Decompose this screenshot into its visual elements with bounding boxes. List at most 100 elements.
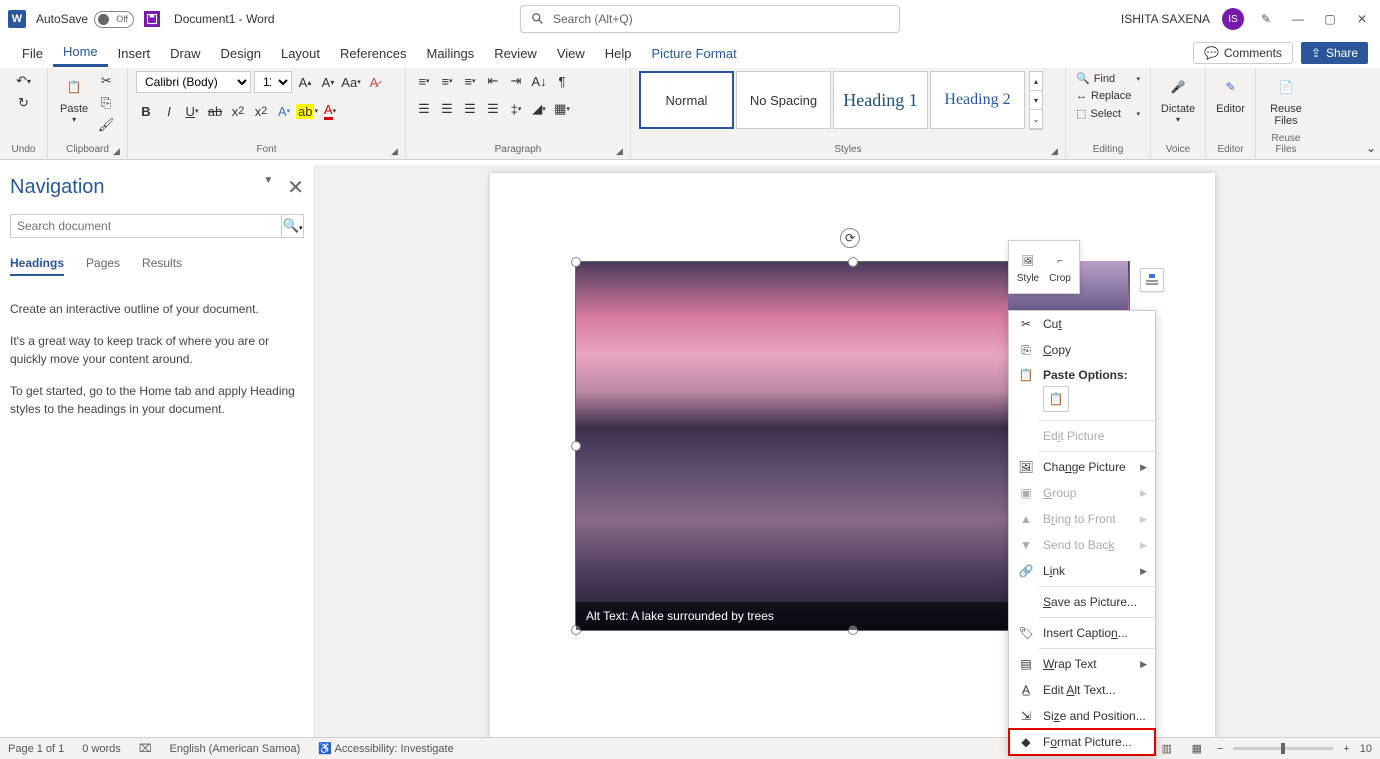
bullets-button[interactable]: ≡▾ <box>414 71 434 91</box>
zoom-thumb[interactable] <box>1281 743 1285 754</box>
decrease-indent-button[interactable]: ⇤ <box>483 71 503 91</box>
comments-button[interactable]: 💬 Comments <box>1193 42 1293 64</box>
font-dialog-launcher[interactable]: ◢ <box>391 146 401 156</box>
align-center-button[interactable]: ☰ <box>437 99 457 119</box>
show-marks-button[interactable]: ¶ <box>552 71 572 91</box>
style-heading1[interactable]: Heading 1 <box>833 71 928 129</box>
style-expand[interactable]: ⌄ <box>1030 110 1042 129</box>
ribbon-display-button[interactable]: ✎ <box>1256 9 1276 29</box>
paste-button[interactable]: 📋 Paste ▾ <box>56 71 92 126</box>
undo-button[interactable]: ↶ ▾ <box>14 71 34 91</box>
tab-home[interactable]: Home <box>53 40 108 67</box>
tab-references[interactable]: References <box>330 42 416 65</box>
ctx-save-as-picture[interactable]: Save as Picture... <box>1009 589 1155 615</box>
close-button[interactable]: ✕ <box>1352 9 1372 29</box>
status-accessibility[interactable]: ♿ Accessibility: Investigate <box>318 742 453 755</box>
tab-file[interactable]: File <box>12 42 53 65</box>
tab-layout[interactable]: Layout <box>271 42 330 65</box>
text-effects-button[interactable]: A▾ <box>274 101 294 121</box>
justify-button[interactable]: ☰ <box>483 99 503 119</box>
cut-button[interactable]: ✂ <box>96 71 116 91</box>
resize-handle-t[interactable] <box>848 257 858 267</box>
shrink-font-button[interactable]: A▾ <box>318 72 338 92</box>
borders-button[interactable]: ▦▾ <box>552 99 572 119</box>
tab-review[interactable]: Review <box>484 42 547 65</box>
styles-dialog-launcher[interactable]: ◢ <box>1051 146 1061 156</box>
style-scroll-up[interactable]: ▴ <box>1030 72 1042 91</box>
ctx-edit-alt-text[interactable]: A̲ Edit Alt Text... <box>1009 677 1155 703</box>
clear-format-button[interactable]: A̷ <box>364 72 384 92</box>
save-button[interactable] <box>144 11 160 27</box>
autosave-toggle[interactable]: Off <box>94 11 134 28</box>
rotate-handle[interactable]: ⟳ <box>840 228 860 248</box>
superscript-button[interactable]: x2 <box>251 101 271 121</box>
style-no-spacing[interactable]: No Spacing <box>736 71 831 129</box>
tab-view[interactable]: View <box>547 42 595 65</box>
ctx-wrap-text[interactable]: ▤ Wrap Text ▶ <box>1009 651 1155 677</box>
change-case-button[interactable]: Aa▾ <box>341 72 361 92</box>
tab-draw[interactable]: Draw <box>160 42 210 65</box>
ctx-copy[interactable]: ⎘ Copy <box>1009 337 1155 363</box>
ctx-change-picture[interactable]: 🖼 Change Picture ▶ <box>1009 454 1155 480</box>
font-name-select[interactable]: Calibri (Body) <box>136 71 251 93</box>
reuse-files-button[interactable]: 📄 Reuse Files <box>1264 71 1308 129</box>
layout-options-button[interactable] <box>1140 268 1164 292</box>
nav-dropdown[interactable]: ▼ <box>263 175 273 200</box>
nav-search-input[interactable] <box>10 214 282 238</box>
redo-button[interactable]: ↻ <box>14 93 34 113</box>
mini-crop-button[interactable]: ⌐ Crop <box>1045 245 1075 289</box>
dictate-button[interactable]: 🎤 Dictate ▾ <box>1159 71 1197 126</box>
sort-button[interactable]: A↓ <box>529 71 549 91</box>
tab-mailings[interactable]: Mailings <box>417 42 485 65</box>
subscript-button[interactable]: x2 <box>228 101 248 121</box>
status-language[interactable]: English (American Samoa) <box>170 743 301 755</box>
highlight-button[interactable]: ab▾ <box>297 101 317 121</box>
style-scroll-down[interactable]: ▾ <box>1030 91 1042 110</box>
strikethrough-button[interactable]: ab <box>205 101 225 121</box>
tab-insert[interactable]: Insert <box>108 42 161 65</box>
ribbon-collapse[interactable]: ⌄ <box>1362 137 1380 159</box>
align-left-button[interactable]: ☰ <box>414 99 434 119</box>
replace-button[interactable]: ↔Replace <box>1074 89 1142 103</box>
zoom-out[interactable]: − <box>1217 743 1223 755</box>
view-web[interactable]: ▦ <box>1187 741 1207 757</box>
zoom-value[interactable]: 10 <box>1360 743 1372 755</box>
numbering-button[interactable]: ≡▾ <box>437 71 457 91</box>
clipboard-dialog-launcher[interactable]: ◢ <box>113 146 123 156</box>
status-words[interactable]: 0 words <box>82 743 121 755</box>
user-avatar[interactable]: IS <box>1222 8 1244 30</box>
nav-tab-headings[interactable]: Headings <box>10 256 64 276</box>
increase-indent-button[interactable]: ⇥ <box>506 71 526 91</box>
italic-button[interactable]: I <box>159 101 179 121</box>
ctx-size-position[interactable]: ⇲ Size and Position... <box>1009 703 1155 729</box>
align-right-button[interactable]: ☰ <box>460 99 480 119</box>
editor-button[interactable]: ✎ Editor <box>1214 71 1247 117</box>
style-normal[interactable]: Normal <box>639 71 734 129</box>
zoom-slider[interactable] <box>1233 747 1333 750</box>
select-button[interactable]: ⬚Select ▾ <box>1074 106 1142 121</box>
style-heading2[interactable]: Heading 2 <box>930 71 1025 129</box>
minimize-button[interactable]: — <box>1288 9 1308 29</box>
resize-handle-tl[interactable] <box>571 257 581 267</box>
view-print[interactable]: ▥ <box>1157 741 1177 757</box>
shading-button[interactable]: ◢▾ <box>529 99 549 119</box>
ctx-cut[interactable]: ✂ Cut <box>1009 311 1155 337</box>
multilevel-button[interactable]: ≡▾ <box>460 71 480 91</box>
ctx-link[interactable]: 🔗 Link ▶ <box>1009 558 1155 584</box>
ctx-insert-caption[interactable]: 🏷 Insert Caption... <box>1009 620 1155 646</box>
find-button[interactable]: 🔍Find ▾ <box>1074 71 1142 86</box>
nav-tab-pages[interactable]: Pages <box>86 256 120 276</box>
paste-keep-source[interactable]: 📋 <box>1043 386 1069 412</box>
zoom-in[interactable]: + <box>1343 743 1349 755</box>
tab-picture-format[interactable]: Picture Format <box>642 42 747 65</box>
format-painter-button[interactable]: 🖌 <box>96 115 116 135</box>
mini-style-button[interactable]: 🖼 Style <box>1013 245 1043 289</box>
nav-tab-results[interactable]: Results <box>142 256 182 276</box>
maximize-button[interactable]: ▢ <box>1320 9 1340 29</box>
ctx-format-picture[interactable]: ◆ Format Picture... <box>1009 729 1155 755</box>
tab-help[interactable]: Help <box>595 42 642 65</box>
paragraph-dialog-launcher[interactable]: ◢ <box>616 146 626 156</box>
status-page[interactable]: Page 1 of 1 <box>8 743 64 755</box>
grow-font-button[interactable]: A▴ <box>295 72 315 92</box>
tab-design[interactable]: Design <box>211 42 271 65</box>
